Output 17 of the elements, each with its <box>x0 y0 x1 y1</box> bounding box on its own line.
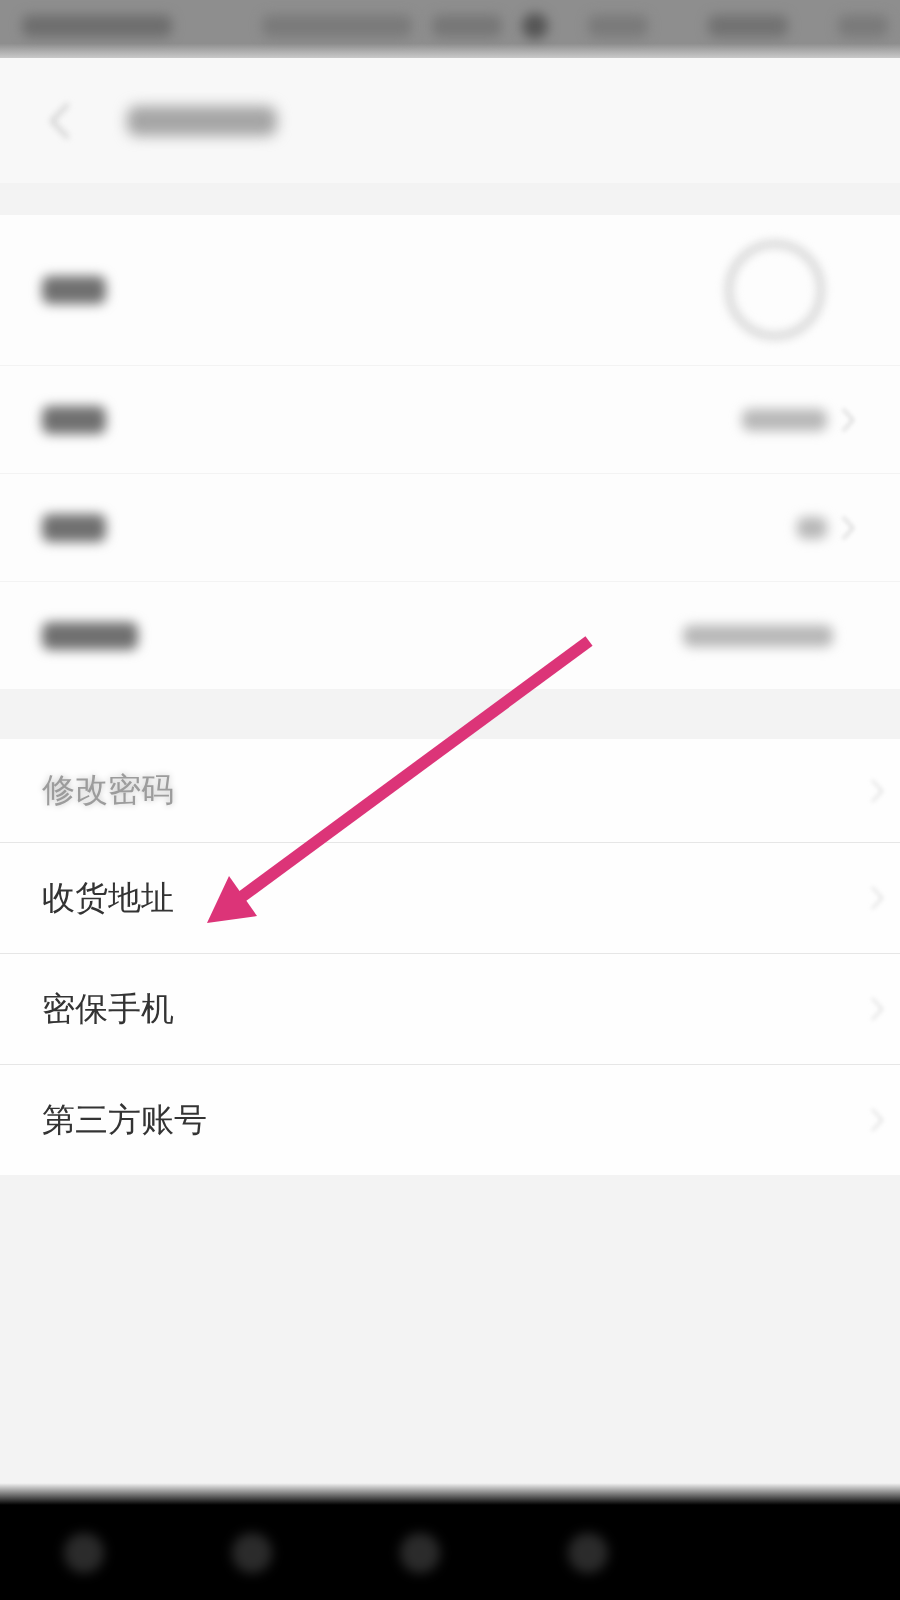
settings-row[interactable]: 第三方账号 <box>0 1064 900 1175</box>
row-label: 密保手机 <box>42 987 174 1030</box>
blurred-icon <box>708 15 788 37</box>
blurred-icon <box>522 13 548 39</box>
blurred-icon[interactable] <box>568 1532 608 1573</box>
avatar-icon <box>723 238 827 342</box>
settings-row[interactable]: 密保手机 <box>0 953 900 1064</box>
blurred-text <box>42 405 106 434</box>
blurred-icon[interactable] <box>400 1532 440 1573</box>
blurred-text <box>42 513 106 542</box>
blurred-text <box>42 276 106 304</box>
blurred-text <box>797 516 827 539</box>
row-label: 收货地址 <box>42 876 174 919</box>
row-label: 修改密码 <box>42 769 174 811</box>
row-label: 第三方账号 <box>42 1098 207 1141</box>
blurred-icon[interactable] <box>232 1532 272 1573</box>
blurred-icon[interactable] <box>64 1532 104 1573</box>
